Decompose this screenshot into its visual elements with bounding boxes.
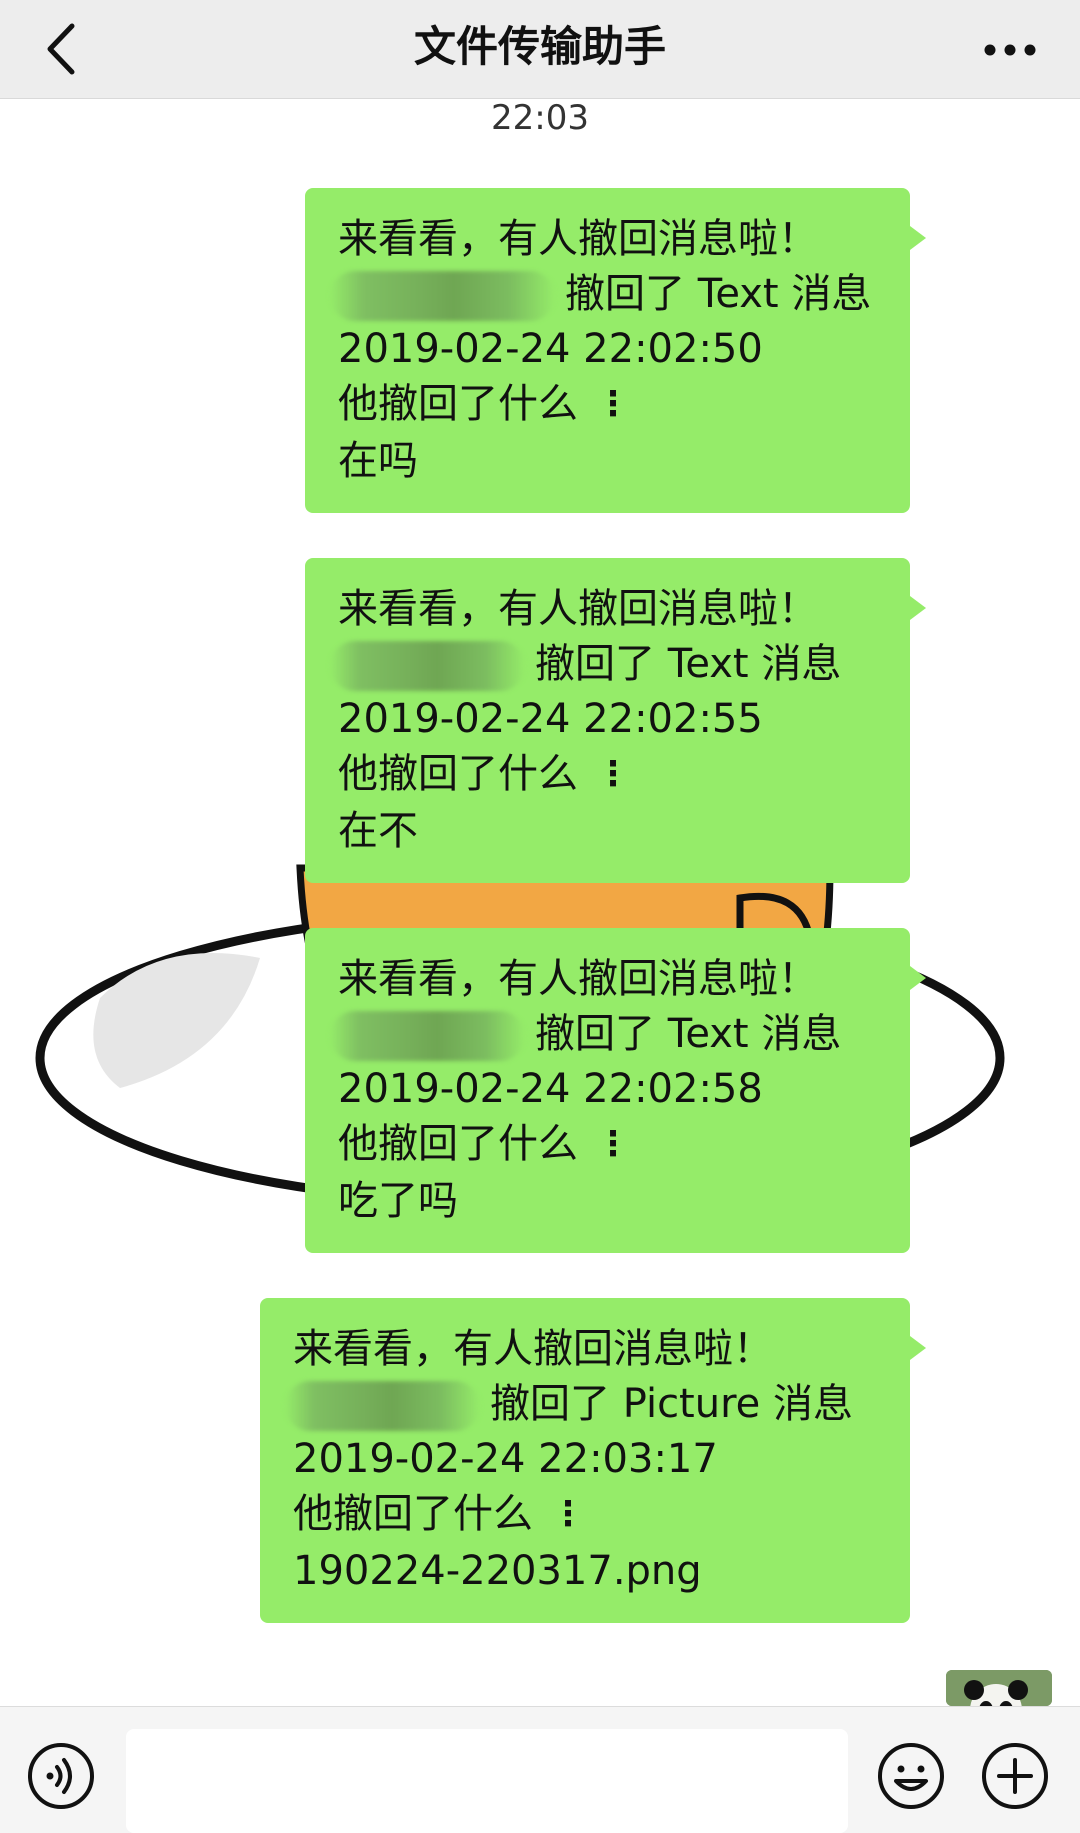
message-line: 2019-02-24 22:02:50 [338, 326, 763, 372]
message-line: 撤回了 Text 消息 [565, 271, 872, 317]
nav-header: 文件传输助手 [0, 0, 1080, 99]
message-line: 撤回了 Picture 消息 [490, 1381, 853, 1427]
message-line: 他撤回了什么 [338, 1121, 578, 1167]
more-dots-icon[interactable] [978, 24, 1042, 74]
message-input[interactable] [126, 1729, 848, 1833]
message-line: 来看看，有人撤回消息啦！ [293, 1326, 773, 1372]
blurred-sender-name [330, 271, 555, 321]
message-bubble[interactable]: 来看看，有人撤回消息啦！ 撤回了 Text 消息 2019-02-24 22:0… [305, 928, 926, 1253]
panda-avatar-image [946, 1670, 1052, 1706]
message-line: 他撤回了什么 [338, 381, 578, 427]
message-line: 2019-02-24 22:02:58 [338, 1066, 763, 1112]
more-vertical-icon: ⋮ [596, 754, 630, 794]
avatar[interactable] [946, 1670, 1052, 1706]
message-line: 2019-02-24 22:02:55 [338, 696, 763, 742]
message-line: 2019-02-24 22:03:17 [293, 1436, 718, 1482]
message-line: 在不 [338, 808, 418, 854]
blurred-sender-name [285, 1381, 480, 1431]
more-vertical-icon: ⋮ [551, 1494, 585, 1534]
message-line: 他撤回了什么 [338, 751, 578, 797]
voice-icon[interactable] [26, 1741, 96, 1811]
message-line: 来看看，有人撤回消息啦！ [338, 216, 818, 262]
message-line: 撤回了 Text 消息 [535, 641, 842, 687]
message-bubble[interactable]: 来看看，有人撤回消息啦！ 撤回了 Picture 消息 2019-02-24 2… [260, 1298, 926, 1623]
message-line: 来看看，有人撤回消息啦！ [338, 586, 818, 632]
plus-icon[interactable] [980, 1741, 1050, 1811]
message-timestamp: 22:03 [491, 98, 589, 138]
message-line: 在吗 [338, 438, 418, 484]
chat-title: 文件传输助手 [413, 22, 666, 71]
message-bubble[interactable]: 来看看，有人撤回消息啦！ 撤回了 Text 消息 2019-02-24 22:0… [305, 558, 926, 883]
more-vertical-icon: ⋮ [596, 384, 630, 424]
emoji-icon[interactable] [876, 1741, 946, 1811]
more-vertical-icon: ⋮ [596, 1124, 630, 1164]
message-line: 来看看，有人撤回消息啦！ [338, 956, 818, 1002]
message-line: 他撤回了什么 [293, 1491, 533, 1537]
blurred-sender-name [330, 641, 525, 691]
message-line: 吃了吗 [338, 1178, 458, 1224]
message-line: 撤回了 Text 消息 [535, 1011, 842, 1057]
message-bubble[interactable]: 来看看，有人撤回消息啦！ 撤回了 Text 消息 2019-02-24 22:0… [305, 188, 926, 513]
input-bar [0, 1706, 1080, 1833]
blurred-sender-name [330, 1011, 525, 1061]
message-line: 190224-220317.png [293, 1548, 702, 1594]
chat-area[interactable]: 来看看，有人撤回消息啦！ 撤回了 Text 消息 2019-02-24 22:0… [0, 98, 1080, 1706]
